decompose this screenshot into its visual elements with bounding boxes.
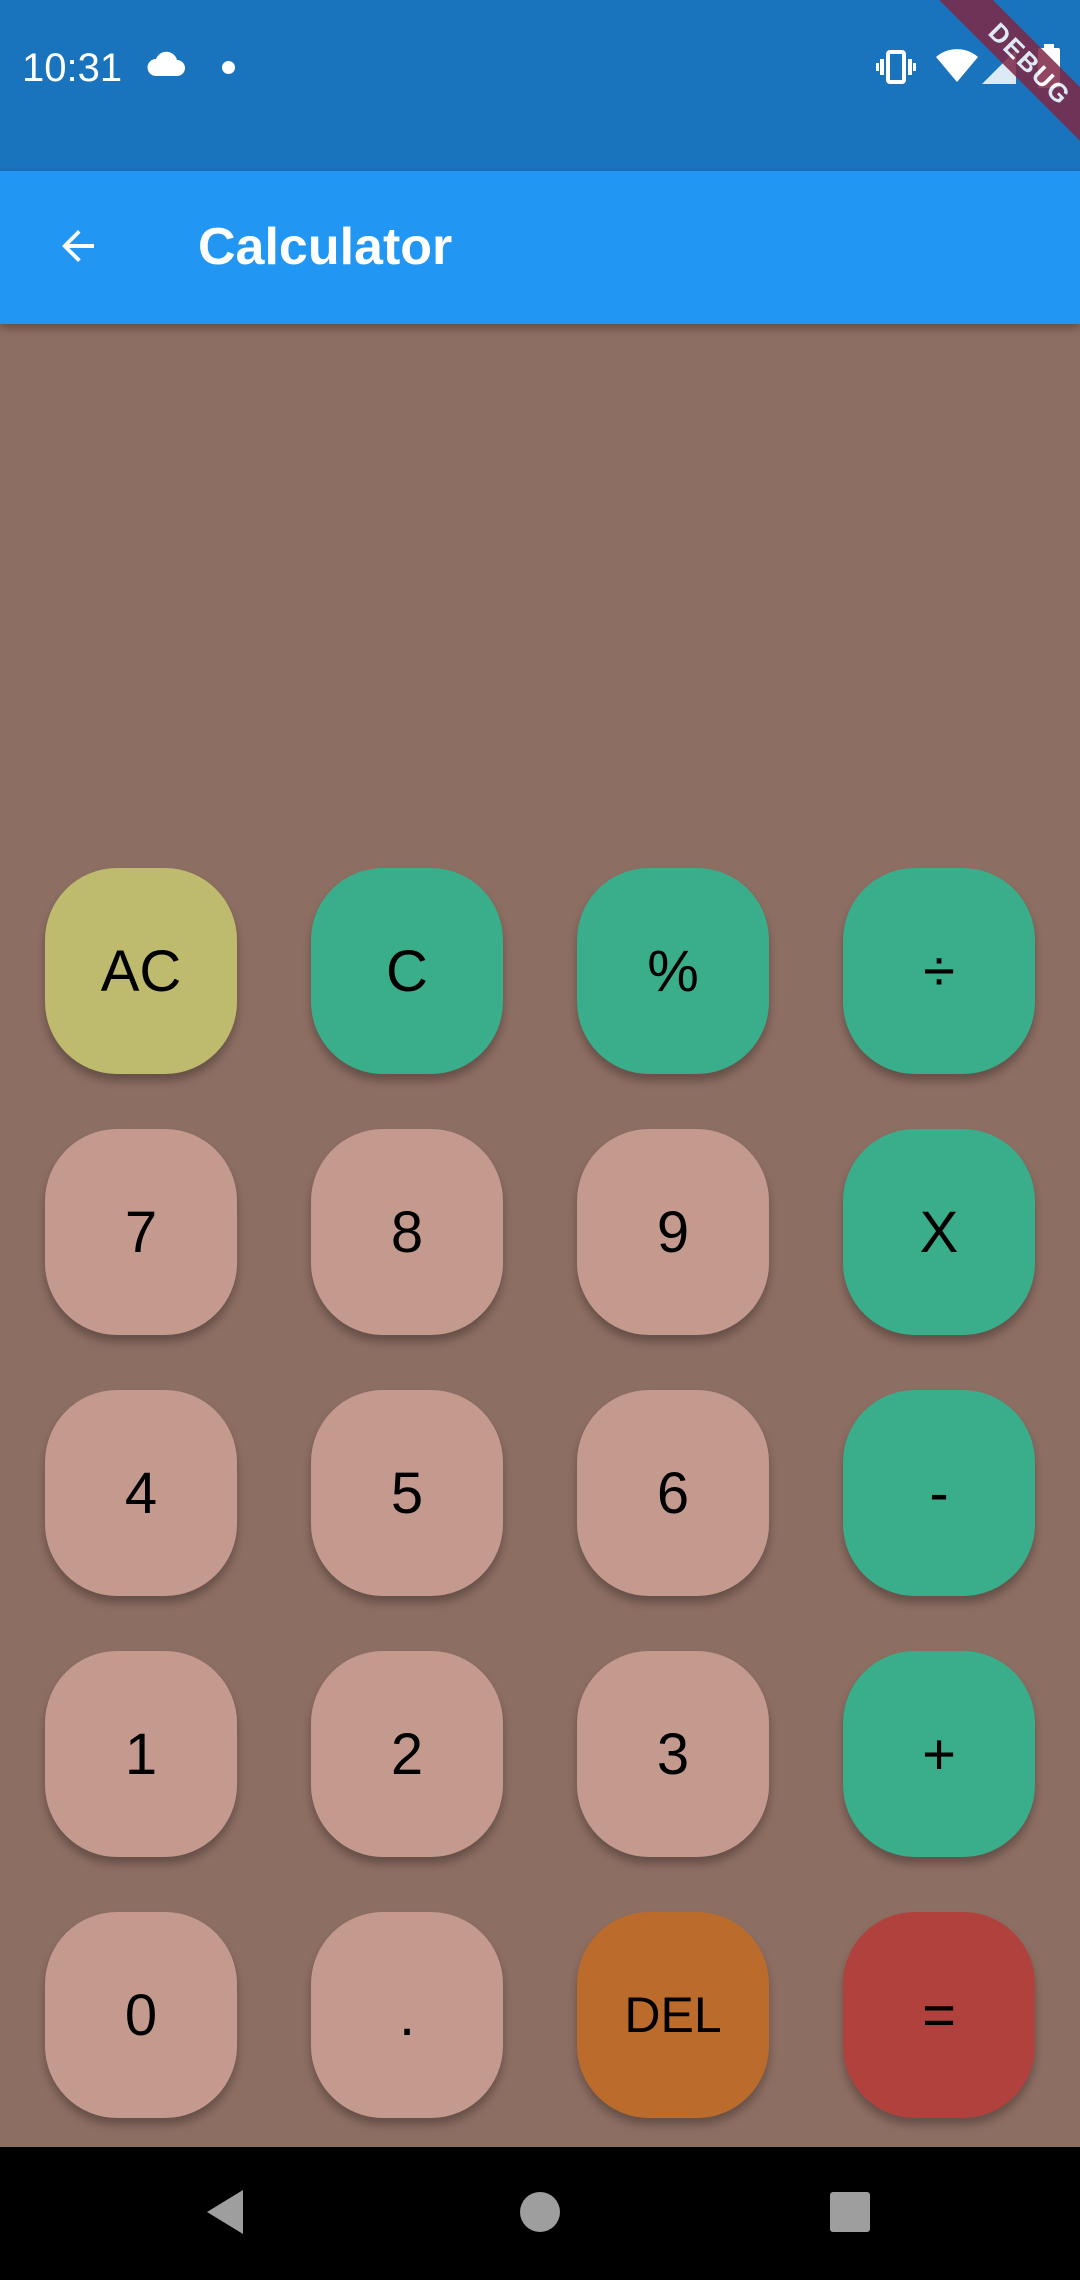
notification-dot-icon xyxy=(222,61,235,74)
key-2-button[interactable]: 2 xyxy=(311,1651,503,1857)
key-decimal-button[interactable]: . xyxy=(311,1912,503,2118)
back-button[interactable] xyxy=(34,204,122,292)
key-add-label: + xyxy=(922,1721,956,1787)
key-0-button[interactable]: 0 xyxy=(45,1912,237,2118)
key-9-button[interactable]: 9 xyxy=(577,1129,769,1335)
key-delete-label: DEL xyxy=(624,1987,722,2043)
nav-recents-button[interactable] xyxy=(805,2169,895,2259)
app-bar: Calculator xyxy=(0,171,1080,324)
key-delete-button[interactable]: DEL xyxy=(577,1912,769,2118)
key-divide-button[interactable]: ÷ xyxy=(843,868,1035,1074)
system-nav-bar xyxy=(0,2147,1080,2280)
back-arrow-icon xyxy=(54,222,102,274)
key-percent-label: % xyxy=(647,938,699,1004)
key-8-button[interactable]: 8 xyxy=(311,1129,503,1335)
key-8-label: 8 xyxy=(390,1199,424,1265)
key-multiply-button[interactable]: X xyxy=(843,1129,1035,1335)
key-5-button[interactable]: 5 xyxy=(311,1390,503,1596)
page-title: Calculator xyxy=(198,218,453,276)
key-9-label: 9 xyxy=(656,1199,690,1265)
nav-home-icon xyxy=(519,2191,561,2237)
calculator-display xyxy=(0,324,1080,844)
key-ac-label: AC xyxy=(100,938,182,1004)
status-time: 10:31 xyxy=(22,46,123,90)
key-subtract-button[interactable]: - xyxy=(843,1390,1035,1596)
key-c-button[interactable]: C xyxy=(311,868,503,1074)
key-6-button[interactable]: 6 xyxy=(577,1390,769,1596)
key-add-button[interactable]: + xyxy=(843,1651,1035,1857)
key-4-label: 4 xyxy=(124,1460,158,1526)
key-6-label: 6 xyxy=(656,1460,690,1526)
key-3-label: 3 xyxy=(656,1721,690,1787)
key-decimal-label: . xyxy=(398,1982,416,2048)
key-5-label: 5 xyxy=(390,1460,424,1526)
key-0-label: 0 xyxy=(124,1982,158,2048)
key-1-label: 1 xyxy=(124,1721,158,1787)
key-ac-button[interactable]: AC xyxy=(45,868,237,1074)
key-1-button[interactable]: 1 xyxy=(45,1651,237,1857)
key-7-label: 7 xyxy=(124,1199,158,1265)
key-7-button[interactable]: 7 xyxy=(45,1129,237,1335)
keypad: AC C% ÷ 7 8 9 X 4 5 6 - 1 2 3 +0. DEL = xyxy=(0,868,1080,2118)
key-4-button[interactable]: 4 xyxy=(45,1390,237,1596)
cloud-icon xyxy=(146,50,186,82)
key-multiply-label: X xyxy=(919,1199,959,1265)
key-c-label: C xyxy=(386,938,428,1004)
key-percent-button[interactable]: % xyxy=(577,868,769,1074)
status-bar: 10:31 xyxy=(0,0,1080,171)
key-2-label: 2 xyxy=(390,1721,424,1787)
nav-back-icon xyxy=(203,2188,247,2240)
nav-recents-icon xyxy=(829,2191,871,2237)
key-divide-label: ÷ xyxy=(923,938,955,1004)
key-equals-button[interactable]: = xyxy=(843,1912,1035,2118)
key-equals-label: = xyxy=(922,1982,956,2048)
nav-home-button[interactable] xyxy=(495,2169,585,2259)
key-subtract-label: - xyxy=(929,1460,949,1526)
nav-back-button[interactable] xyxy=(180,2169,270,2259)
key-3-button[interactable]: 3 xyxy=(577,1651,769,1857)
